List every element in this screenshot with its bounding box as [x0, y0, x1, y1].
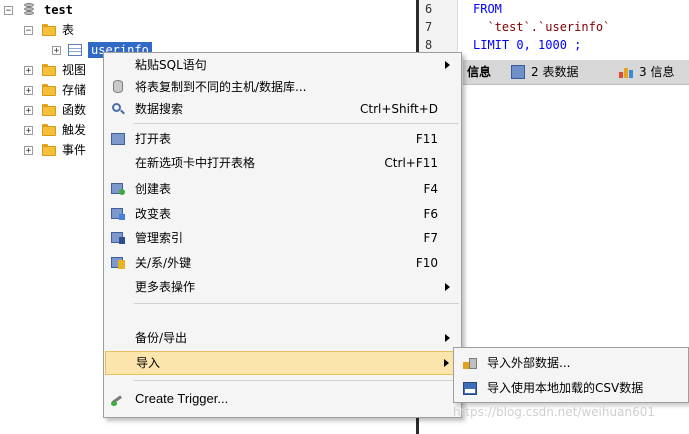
search-icon — [111, 102, 125, 116]
menu-item-import[interactable]: 导入 — [105, 351, 460, 375]
import-submenu: 导入外部数据... 导入使用本地加载的CSV数据 — [453, 347, 689, 403]
tab-label: 信息 — [467, 65, 492, 79]
menu-item-label: 打开表 — [135, 132, 172, 146]
menu-item-label: 改变表 — [135, 207, 172, 221]
menu-item-backup-export[interactable]: 备份/导出 — [105, 327, 460, 349]
submenu-item-label: 导入使用本地加载的CSV数据 — [487, 381, 644, 395]
tab-label: 2 表数据 — [531, 65, 579, 79]
menu-item-label: 备份/导出 — [135, 331, 188, 345]
tab-info[interactable]: 信息 — [467, 60, 491, 84]
sql-line: `test`.`userinfo` — [473, 20, 611, 34]
folder-icon — [42, 124, 56, 136]
menu-item-data-search[interactable]: 数据搜索 Ctrl+Shift+D — [105, 98, 460, 120]
menu-item-shortcut: F7 — [423, 231, 438, 245]
menu-item-alter-table[interactable]: 改变表 F6 — [105, 203, 460, 225]
submenu-arrow-icon — [445, 334, 450, 342]
submenu-item-label: 导入外部数据... — [487, 356, 571, 370]
sql-editor[interactable]: 6 7 8 FROM `test`.`userinfo` LIMIT 0, 10… — [419, 0, 689, 56]
menu-item-relationships[interactable]: 关/系/外键 F10 — [105, 252, 460, 274]
info-chart-icon — [619, 66, 633, 78]
table-data-icon — [511, 65, 525, 79]
create-table-icon — [111, 182, 125, 196]
menu-item-open-table-new-tab[interactable]: 在新选项卡中打开表格 Ctrl+F11 — [105, 152, 460, 174]
menu-item-open-table[interactable]: 打开表 F11 — [105, 128, 460, 150]
context-menu: 粘贴SQL语句 将表复制到不同的主机/数据库... 数据搜索 Ctrl+Shif… — [103, 52, 462, 418]
expand-toggle-icon[interactable]: + — [24, 146, 33, 156]
menu-item-label: 导入 — [136, 356, 161, 370]
submenu-item-import-csv[interactable]: 导入使用本地加载的CSV数据 — [455, 376, 687, 400]
folder-icon — [42, 84, 56, 96]
expand-toggle-icon[interactable]: + — [24, 106, 33, 116]
line-number: 6 — [425, 2, 433, 16]
foreign-key-icon — [111, 256, 125, 270]
folder-icon — [42, 64, 56, 76]
menu-item-paste-sql[interactable]: 粘贴SQL语句 — [105, 54, 460, 76]
watermark: https://blog.csdn.net/weihuan601 — [453, 405, 655, 419]
table-icon — [111, 132, 125, 146]
expand-toggle-icon[interactable]: + — [52, 46, 61, 56]
table-icon — [68, 44, 82, 56]
line-number: 7 — [425, 20, 433, 34]
menu-item-label: 数据搜索 — [135, 102, 184, 116]
alter-table-icon — [111, 207, 125, 221]
menu-separator — [134, 123, 459, 124]
submenu-arrow-icon — [445, 283, 450, 291]
line-number: 8 — [425, 38, 433, 52]
sql-line: FROM — [473, 2, 502, 16]
menu-item-shortcut: F10 — [415, 256, 438, 270]
collapse-toggle-icon[interactable]: − — [4, 6, 13, 16]
menu-item-more-table-ops[interactable]: 更多表操作 — [105, 276, 460, 298]
menu-item-shortcut: F4 — [423, 182, 438, 196]
menu-item-label: 关/系/外键 — [135, 256, 192, 270]
tables-folder-label: 表 — [62, 23, 75, 37]
sql-line: LIMIT 0, 1000 ; — [473, 38, 582, 52]
database-icon — [24, 3, 34, 16]
copy-database-icon — [111, 80, 125, 94]
menu-item-copy-table[interactable]: 将表复制到不同的主机/数据库... — [105, 76, 460, 98]
menu-item-shortcut: F6 — [423, 207, 438, 221]
expand-toggle-icon[interactable]: + — [24, 86, 33, 96]
trigger-icon — [111, 392, 125, 406]
folder-label: 函数 — [62, 103, 87, 117]
menu-item-shortcut: F11 — [415, 132, 438, 146]
submenu-item-import-external[interactable]: 导入外部数据... — [455, 351, 687, 375]
menu-item-label: 创建表 — [135, 182, 172, 196]
database-name: test — [44, 3, 73, 17]
menu-item-label: 在新选项卡中打开表格 — [135, 156, 256, 170]
menu-item-manage-indexes[interactable]: 管理索引 F7 — [105, 227, 460, 249]
menu-item-label: 粘贴SQL语句 — [135, 58, 207, 72]
menu-item-create-table[interactable]: 创建表 F4 — [105, 178, 460, 200]
csv-icon — [463, 381, 477, 395]
menu-separator — [134, 303, 459, 304]
menu-item-shortcut: Ctrl+F11 — [384, 156, 438, 170]
menu-item-label: Create Trigger... — [135, 391, 229, 406]
tab-label: 3 信息 — [639, 65, 675, 79]
result-tabs: 信息 2 表数据 3 信息 — [463, 60, 689, 85]
folder-icon — [42, 24, 56, 36]
collapse-toggle-icon[interactable]: − — [24, 26, 33, 36]
menu-item-label: 管理索引 — [135, 231, 184, 245]
submenu-arrow-icon — [445, 61, 450, 69]
expand-toggle-icon[interactable]: + — [24, 126, 33, 136]
folder-label: 事件 — [62, 143, 87, 157]
menu-item-shortcut: Ctrl+Shift+D — [360, 102, 438, 116]
folder-label: 触发 — [62, 123, 87, 137]
menu-item-create-trigger[interactable]: Create Trigger... — [105, 388, 460, 410]
folder-icon — [42, 144, 56, 156]
menu-separator — [134, 380, 459, 381]
import-external-icon — [463, 356, 477, 370]
submenu-arrow-icon — [444, 359, 449, 367]
folder-label: 视图 — [62, 63, 87, 77]
manage-index-icon — [111, 231, 125, 245]
expand-toggle-icon[interactable]: + — [24, 66, 33, 76]
folder-label: 存储 — [62, 83, 87, 97]
folder-icon — [42, 104, 56, 116]
menu-item-label: 更多表操作 — [135, 280, 196, 294]
line-number-gutter: 6 7 8 — [419, 0, 458, 56]
menu-item-label: 将表复制到不同的主机/数据库... — [135, 80, 307, 94]
